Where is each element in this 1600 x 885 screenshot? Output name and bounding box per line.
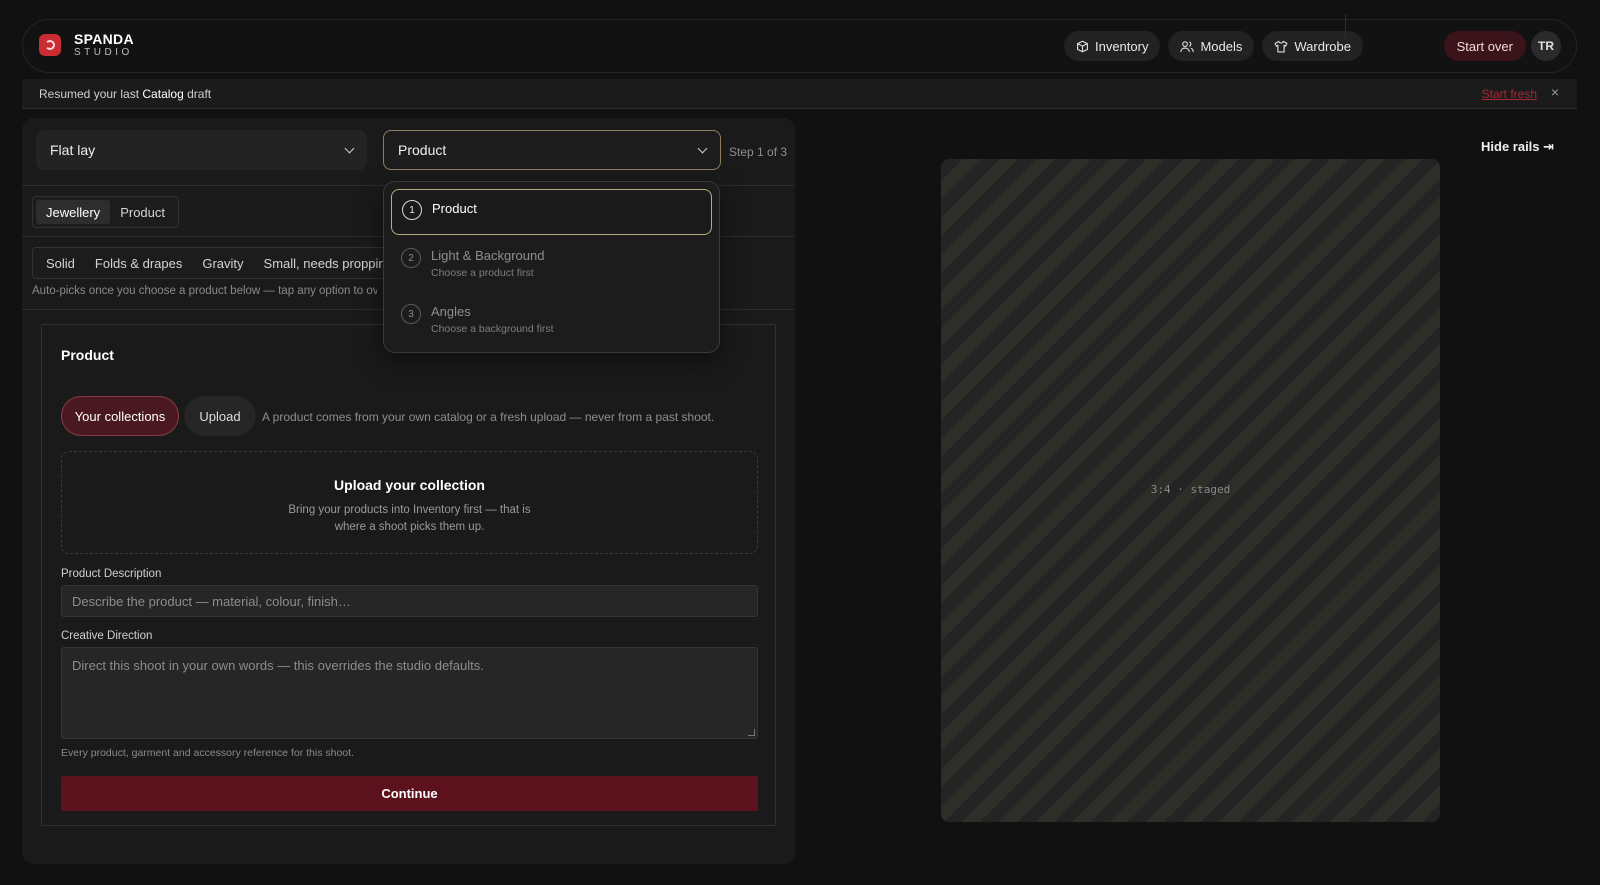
description-label: Product Description xyxy=(61,568,162,580)
start-fresh-link[interactable]: Start fresh xyxy=(1482,87,1537,101)
step-counter: Step 1 of 3 xyxy=(729,145,788,159)
shot-type-value: Flat lay xyxy=(50,142,96,158)
direction-placeholder: Direct this shoot in your own words — th… xyxy=(72,658,484,673)
brand-sub: STUDIO xyxy=(74,47,133,58)
brand-name: SPANDA xyxy=(74,31,134,47)
dropzone-title: Upload your collection xyxy=(334,477,485,493)
nav-models-label: Models xyxy=(1200,38,1243,54)
step-select-value: Product xyxy=(398,142,447,158)
step-select[interactable]: Product xyxy=(383,130,721,170)
nav-wardrobe[interactable]: Wardrobe xyxy=(1262,31,1363,61)
shirt-icon xyxy=(1274,40,1288,52)
spanda-logo-icon xyxy=(39,34,61,56)
close-icon[interactable]: × xyxy=(1551,84,1559,100)
brand[interactable]: SPANDA STUDIO xyxy=(39,32,134,58)
shot-type-select[interactable]: Flat lay xyxy=(36,130,367,170)
card-title: Product xyxy=(61,347,114,363)
nav-inventory-label: Inventory xyxy=(1094,38,1149,54)
description-input[interactable]: Describe the product — material, colour,… xyxy=(61,585,758,617)
main-nav: Inventory Models Wardrobe xyxy=(1063,31,1363,61)
option-solid[interactable]: Solid xyxy=(36,251,85,275)
tab-upload[interactable]: Upload xyxy=(184,396,256,436)
box-icon xyxy=(1077,40,1088,52)
chevron-down-icon xyxy=(344,143,355,154)
menu-item-title: Angles xyxy=(431,304,471,319)
avatar[interactable]: TR xyxy=(1531,31,1561,61)
preview-canvas: 3:4 · staged xyxy=(941,159,1440,822)
tab-product[interactable]: Product xyxy=(110,200,175,224)
step-dropdown-menu: 1 Product 2 Light & Background Choose a … xyxy=(383,181,720,353)
tab-your-collections[interactable]: Your collections xyxy=(61,396,179,436)
step-number: 1 xyxy=(402,200,422,220)
users-icon xyxy=(1180,40,1195,52)
start-over-button[interactable]: Start over xyxy=(1443,31,1526,61)
menu-item-light-background[interactable]: 2 Light & Background Choose a product fi… xyxy=(391,238,712,284)
nav-models[interactable]: Models xyxy=(1168,31,1255,61)
menu-item-title: Product xyxy=(432,201,477,216)
handling-hint: Auto-picks once you choose a product bel… xyxy=(32,285,377,297)
banner-message: Resumed your last Catalog draft xyxy=(39,87,212,101)
menu-item-subtitle: Choose a product first xyxy=(431,267,534,279)
resume-banner: Resumed your last Catalog draft Start fr… xyxy=(22,79,1577,109)
nav-inventory[interactable]: Inventory xyxy=(1063,31,1161,61)
chevron-down-icon xyxy=(697,143,708,154)
category-tabs: Jewellery Product xyxy=(32,196,179,228)
hide-rails-button[interactable]: Hide rails ⇥ xyxy=(1481,139,1554,155)
option-small-propping[interactable]: Small, needs propping xyxy=(254,251,403,275)
canvas-label: 3:4 · staged xyxy=(1150,483,1231,496)
resize-handle-icon[interactable] xyxy=(748,729,755,736)
handling-options: Solid Folds & drapes Gravity Small, need… xyxy=(32,247,407,279)
top-header: SPANDA STUDIO Inventory Models Wardrobe … xyxy=(22,19,1577,73)
upload-dropzone[interactable]: Upload your collection Bring your produc… xyxy=(61,451,758,554)
menu-item-subtitle: Choose a background first xyxy=(431,323,554,335)
step-number: 3 xyxy=(401,304,421,324)
tab-jewellery[interactable]: Jewellery xyxy=(36,200,111,224)
menu-item-angles[interactable]: 3 Angles Choose a background first xyxy=(391,294,712,340)
reference-hint: Every product, garment and accessory ref… xyxy=(61,747,354,759)
source-hint: A product comes from your own catalog or… xyxy=(262,410,715,424)
option-gravity[interactable]: Gravity xyxy=(192,251,253,275)
nav-divider xyxy=(1345,14,1346,38)
continue-button[interactable]: Continue xyxy=(61,776,758,811)
nav-wardrobe-label: Wardrobe xyxy=(1294,38,1351,54)
menu-item-product[interactable]: 1 Product xyxy=(391,189,712,235)
menu-item-title: Light & Background xyxy=(431,248,545,263)
product-card: Product Your collections Upload A produc… xyxy=(41,324,776,826)
direction-label: Creative Direction xyxy=(61,630,153,642)
creative-direction-textarea[interactable]: Direct this shoot in your own words — th… xyxy=(61,647,758,739)
dropzone-body: Bring your products into Inventory first… xyxy=(288,504,531,533)
step-number: 2 xyxy=(401,248,421,268)
option-folds-drapes[interactable]: Folds & drapes xyxy=(85,251,192,275)
